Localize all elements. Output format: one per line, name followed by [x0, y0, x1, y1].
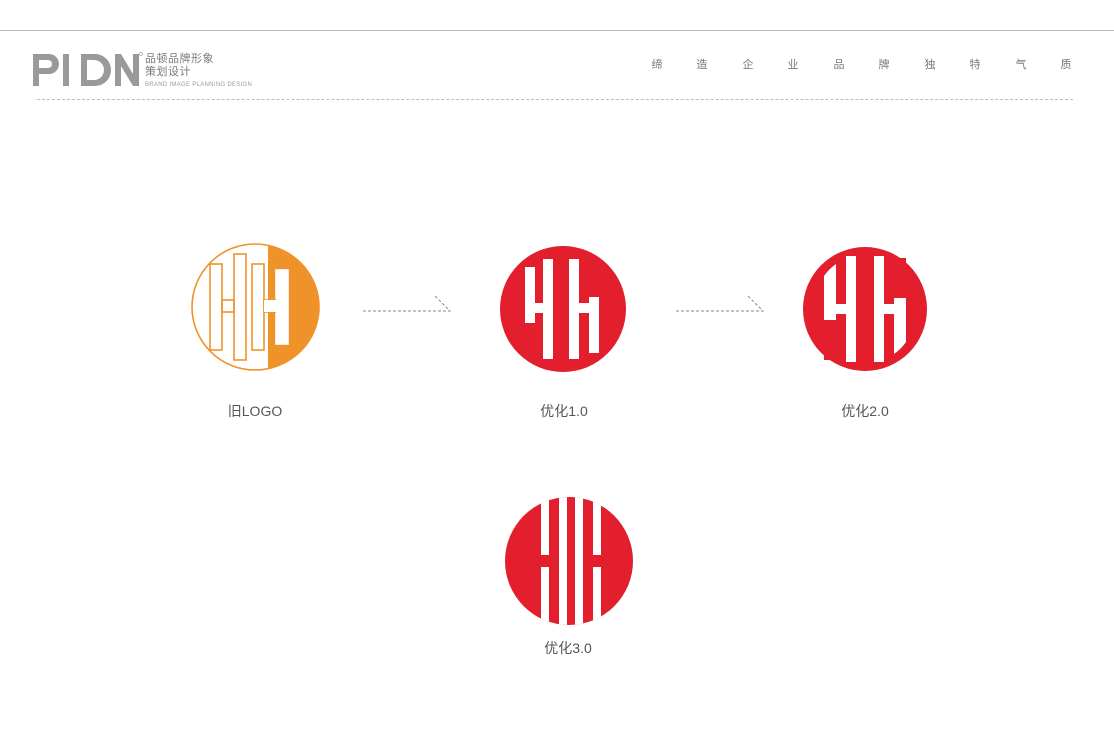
optimized-3-logo-mark	[505, 497, 633, 625]
dashed-divider	[37, 99, 1073, 100]
caption-optimized-2: 优化2.0	[841, 403, 889, 419]
old-logo-mark	[191, 243, 320, 371]
slogan-char: 独	[924, 59, 936, 71]
optimized-1-logo-mark	[500, 246, 626, 372]
slogan-char: 质	[1060, 59, 1072, 71]
slogan-char: 企	[742, 59, 754, 71]
caption-optimized-1: 优化1.0	[540, 403, 588, 419]
slogan-char: 缔	[651, 59, 663, 71]
caption-old-logo: 旧LOGO	[227, 403, 283, 419]
arrow-right-icon	[676, 294, 765, 312]
slogan-char: 业	[787, 59, 799, 71]
slogan-char: 品	[833, 59, 845, 71]
slogan-char: 造	[696, 59, 708, 71]
optimized-2-logo-mark	[803, 247, 927, 371]
caption-optimized-3: 优化3.0	[544, 640, 592, 656]
brand-text: 品顿品牌形象 策划设计 BRAND IMAGE PLANNING DESIGN	[145, 54, 253, 89]
slogan: 缔 造 企 业 品 牌 独 特 气 质	[651, 58, 1075, 72]
pidn-logo	[33, 52, 143, 86]
top-rule	[0, 30, 1114, 31]
slogan-char: 牌	[878, 59, 890, 71]
slogan-char: 特	[969, 59, 981, 71]
brand-subtitle-en: BRAND IMAGE PLANNING DESIGN	[145, 82, 253, 88]
brand-subtitle-cn: 策划设计	[145, 66, 191, 78]
arrow-right-icon	[363, 294, 452, 312]
slogan-char: 气	[1015, 59, 1027, 71]
